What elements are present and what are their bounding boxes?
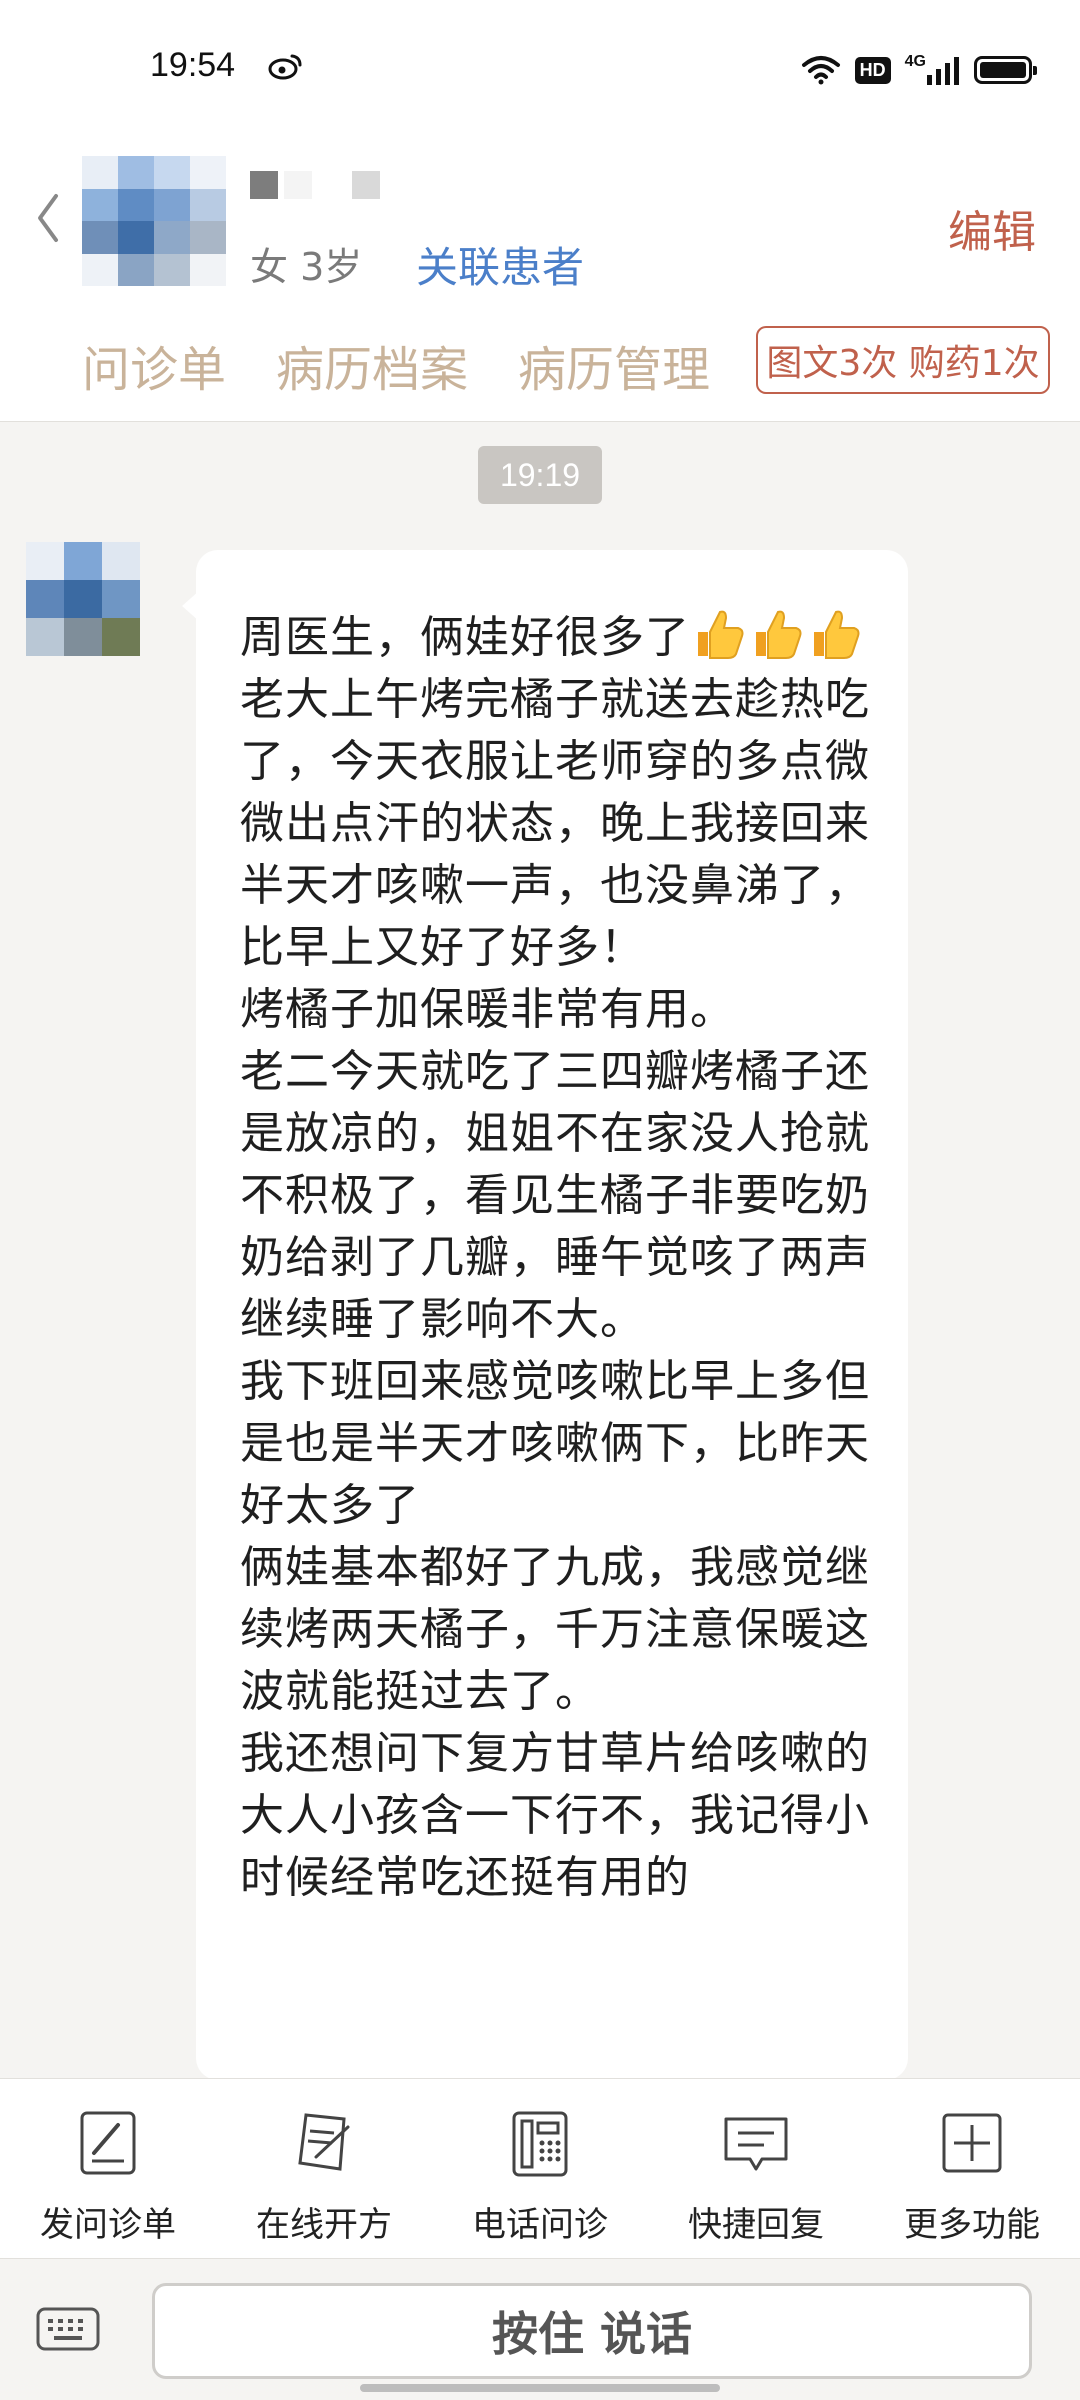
network-label: 4G bbox=[904, 53, 926, 70]
form-edit-icon bbox=[80, 2111, 136, 2175]
link-patient-button[interactable]: 关联患者 bbox=[416, 234, 584, 295]
patient-gender-age: 女 3岁 bbox=[250, 245, 363, 289]
sender-avatar[interactable] bbox=[26, 542, 140, 656]
patient-name-redacted bbox=[250, 166, 390, 204]
message-first-line: 周医生，俩娃好很多了 bbox=[240, 612, 690, 663]
tab-consultation-form[interactable]: 问诊单 bbox=[82, 330, 226, 400]
send-form-button[interactable]: 发问诊单 bbox=[0, 2079, 216, 2258]
battery-icon bbox=[974, 56, 1037, 84]
thumbs-up-icon bbox=[698, 610, 744, 659]
hd-badge: HD bbox=[854, 56, 891, 84]
back-icon[interactable] bbox=[32, 190, 62, 246]
service-quota-badge[interactable]: 图文3次 购药1次 bbox=[756, 326, 1050, 394]
patient-avatar[interactable] bbox=[82, 156, 226, 286]
header-tabs: 问诊单 病历档案 病历管理 bbox=[82, 330, 710, 400]
message-rest: 老大上午烤完橘子就送去趁热吃了，今天衣服让老师穿的多点微微出点汗的状态，晚上我接… bbox=[240, 674, 870, 1903]
status-time: 19:54 bbox=[150, 46, 236, 84]
signal-icon bbox=[927, 57, 959, 85]
tool-label: 快捷回复 bbox=[688, 2205, 824, 2245]
quick-reply-icon bbox=[724, 2117, 788, 2171]
tool-label: 更多功能 bbox=[904, 2205, 1040, 2245]
tool-label: 电话问诊 bbox=[472, 2205, 608, 2245]
tool-label: 在线开方 bbox=[256, 2205, 392, 2245]
tab-record-management[interactable]: 病历管理 bbox=[518, 330, 710, 400]
plus-box-icon bbox=[942, 2113, 1002, 2173]
edit-button[interactable]: 编辑 bbox=[948, 196, 1036, 260]
message-bubble[interactable]: 周医生，俩娃好很多了 老大上午烤完橘子就送去趁热吃了，今天衣服让老师穿的多点微微… bbox=[196, 550, 908, 2080]
online-prescription-button[interactable]: 在线开方 bbox=[216, 2079, 432, 2258]
action-toolbar: 发问诊单 在线开方 电话问诊 快捷回复 更多功能 bbox=[0, 2078, 1080, 2258]
thumbs-up-icon bbox=[814, 610, 860, 659]
tool-label: 发问诊单 bbox=[40, 2205, 176, 2245]
weibo-icon bbox=[268, 54, 302, 80]
home-indicator[interactable] bbox=[360, 2384, 720, 2392]
message-text: 周医生，俩娃好很多了 老大上午烤完橘子就送去趁热吃了，今天衣服让老师穿的多点微微… bbox=[240, 606, 870, 1909]
hold-to-talk-button[interactable]: 按住 说话 bbox=[152, 2283, 1032, 2379]
phone-consult-button[interactable]: 电话问诊 bbox=[432, 2079, 648, 2258]
message-body: 周医生，俩娃好很多了 老大上午烤完橘子就送去趁热吃了，今天衣服让老师穿的多点微微… bbox=[240, 610, 870, 1903]
input-bar: 按住 说话 bbox=[0, 2258, 1080, 2400]
status-bar: 19:54 HD 4G bbox=[0, 0, 1080, 140]
keyboard-icon[interactable] bbox=[36, 2305, 100, 2353]
phone-icon bbox=[512, 2111, 568, 2177]
status-icons: HD 4G bbox=[801, 50, 1037, 90]
wifi-icon bbox=[801, 56, 840, 85]
quick-reply-button[interactable]: 快捷回复 bbox=[648, 2079, 864, 2258]
more-functions-button[interactable]: 更多功能 bbox=[864, 2079, 1080, 2258]
thumbs-up-icon bbox=[756, 610, 802, 659]
prescription-icon bbox=[298, 2113, 350, 2171]
tab-medical-records[interactable]: 病历档案 bbox=[276, 330, 468, 400]
message-timestamp: 19:19 bbox=[478, 446, 602, 504]
